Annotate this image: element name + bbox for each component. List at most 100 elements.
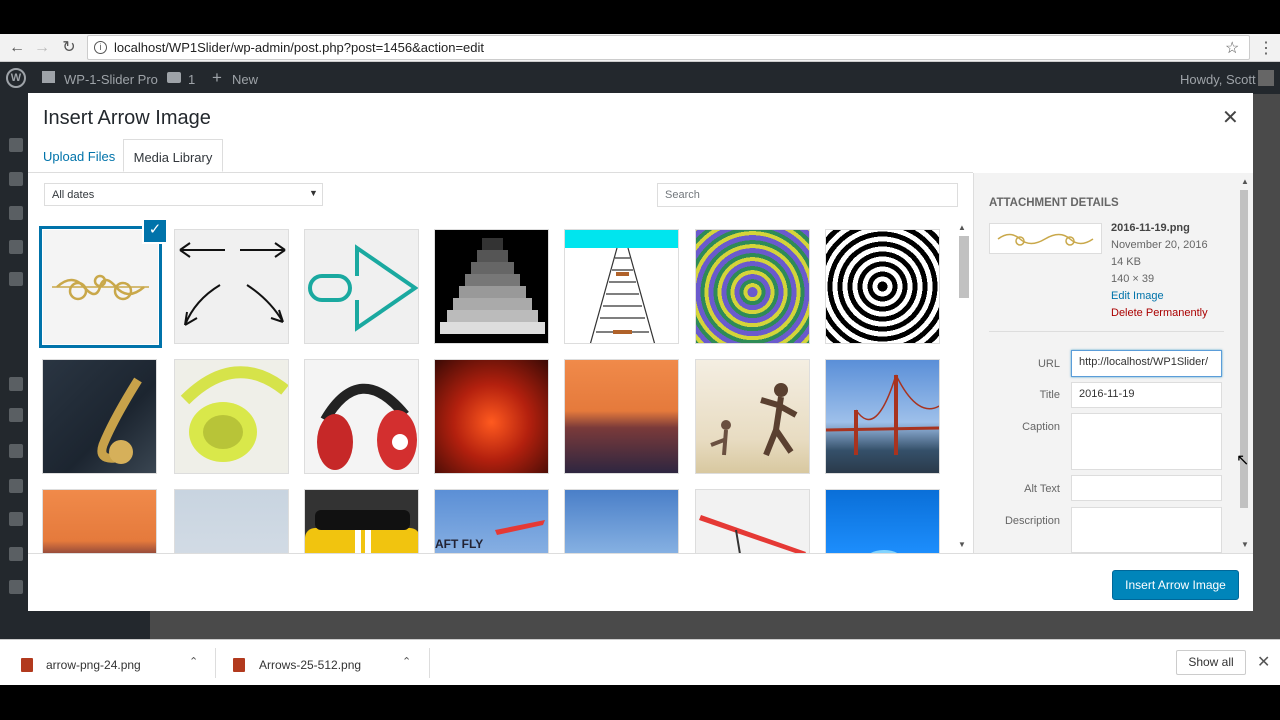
download-filename: arrow-png-24.png [46,658,141,672]
aft-fly-watermark: AFT FLY [435,537,483,551]
description-field[interactable] [1071,507,1222,553]
date-filter-value: All dates [52,189,95,201]
scroll-up-icon[interactable]: ▲ [958,223,966,232]
browser-menu-icon[interactable]: ⋮ [1258,38,1274,58]
screen-top-band [0,0,1280,34]
description-label: Description [1004,515,1060,527]
howdy-user[interactable]: Howdy, Scott [1180,72,1256,87]
close-icon[interactable]: ✕ [1222,105,1239,130]
address-bar[interactable]: i localhost/WP1Slider/wp-admin/post.php?… [87,35,1250,60]
png-file-icon [233,658,245,672]
date-filter-select[interactable]: All dates ▼ [44,183,323,206]
glider-thumb [699,515,806,553]
media-item-bw-spiral[interactable] [825,229,940,344]
media-item-red-lights[interactable] [434,359,549,474]
modal-title: Insert Arrow Image [43,107,211,129]
slider-menu-icon [9,272,23,286]
grey-steps-thumb [440,238,545,334]
search-input[interactable]: Search [657,183,958,207]
media-item-sky-plane[interactable]: AFT FLY [434,489,549,553]
show-all-button[interactable]: Show all [1176,650,1246,675]
scroll-down-icon[interactable]: ▼ [958,540,966,549]
caption-label: Caption [1022,421,1060,433]
edit-image-link[interactable]: Edit Image [1111,290,1164,302]
sidebar-scroll-down-icon[interactable]: ▼ [1241,540,1249,549]
wrench-icon [9,512,23,526]
media-item-beach-kids[interactable] [695,359,810,474]
delete-permanently-link[interactable]: Delete Permanently [1111,307,1208,319]
alt-text-field[interactable] [1071,475,1222,501]
saxophone-thumb [97,377,142,464]
download-item[interactable]: arrow-png-24.png ⌃ [0,640,215,686]
home-icon [42,71,55,83]
media-item-pale-sky[interactable] [174,489,289,553]
media-item-psychedelic[interactable] [695,229,810,344]
attachment-filesize: 14 KB [1111,256,1141,268]
media-item-red-headphones[interactable] [304,359,419,474]
tab-media-library[interactable]: Media Library [123,139,223,172]
insert-arrow-image-button[interactable]: Insert Arrow Image [1112,570,1239,600]
title-field[interactable]: 2016-11-19 [1071,382,1222,408]
media-icon [9,172,23,186]
attachment-details-panel: ATTACHMENT DETAILS 2016-11-19.png Novemb… [973,173,1253,553]
attachment-dimensions: 140 × 39 [1111,273,1155,285]
wp-admin-bar: W WP-1-Slider Pro 1 + New Howdy, Scott [0,62,1280,94]
download-shelf: arrow-png-24.png ⌃ Arrows-25-512.png ⌃ S… [0,639,1280,685]
media-item-yellow-car[interactable] [304,489,419,553]
tools-icon [9,444,23,458]
attachment-details-heading: ATTACHMENT DETAILS [989,197,1119,209]
chevron-up-icon[interactable]: ⌃ [189,655,198,668]
media-item-ornament[interactable] [39,226,162,348]
media-item-grey-steps[interactable] [434,229,549,344]
sidebar-scroll-up-icon[interactable]: ▲ [1241,177,1249,186]
download-filename: Arrows-25-512.png [259,658,362,672]
appearance-icon [9,377,23,391]
reload-icon[interactable]: ↻ [59,38,79,58]
tab-upload-files[interactable]: Upload Files [43,139,115,172]
comments-icon [167,72,181,83]
media-modal: Insert Arrow Image ✕ Upload Files Media … [28,93,1253,611]
alt-text-label: Alt Text [1024,483,1060,495]
browser-toolbar: ← → ↻ i localhost/WP1Slider/wp-admin/pos… [0,34,1280,62]
media-item-golden-gate[interactable] [825,359,940,474]
media-item-glider[interactable] [695,489,810,553]
url-text: localhost/WP1Slider/wp-admin/post.php?po… [114,40,485,55]
close-icon[interactable]: ✕ [1257,652,1270,672]
new-link[interactable]: New [232,72,258,87]
title-label: Title [1039,389,1060,401]
media-item-saxophone[interactable] [42,359,157,474]
chevron-up-icon[interactable]: ⌃ [402,655,411,668]
media-item-rail-track[interactable] [564,229,679,344]
media-item-sunset-hills[interactable] [564,359,679,474]
attachment-thumbnail [989,223,1102,254]
rail-track-thumb [565,230,678,343]
back-icon[interactable]: ← [7,38,27,58]
grid-scrollbar-thumb[interactable] [959,236,969,298]
comments-count[interactable]: 1 [188,72,195,87]
png-file-icon [21,658,33,672]
bookmark-star-icon[interactable]: ☆ [1225,38,1239,58]
ornament-thumb [52,274,149,301]
media-item-yellow-headphones[interactable] [174,359,289,474]
avatar[interactable] [1258,70,1274,86]
forward-icon[interactable]: → [32,38,52,58]
wordpress-logo-icon[interactable]: W [6,68,26,88]
pin-icon [9,138,23,152]
chevron-down-icon: ▼ [309,188,318,198]
url-field[interactable]: http://localhost/WP1Slider/ [1071,350,1222,377]
media-item-blue-ocean[interactable] [825,489,940,553]
download-item[interactable]: Arrows-25-512.png ⌃ [216,640,429,686]
selected-check-icon[interactable]: ✓ [142,218,168,244]
info-icon[interactable]: i [94,41,107,54]
media-item-sunset-hills-2[interactable] [42,489,157,553]
settings-icon [9,547,23,561]
modal-toolbar: Insert Arrow Image [28,553,1253,611]
users-icon [9,479,23,493]
comments-menu-icon [9,240,23,254]
media-item-teal-arrow[interactable] [304,229,419,344]
caption-field[interactable] [1071,413,1222,470]
red-headphones-thumb [317,383,417,470]
media-item-sky-mountain[interactable] [564,489,679,553]
site-name-link[interactable]: WP-1-Slider Pro [64,72,158,87]
media-item-arrows-sketch[interactable] [174,229,289,344]
